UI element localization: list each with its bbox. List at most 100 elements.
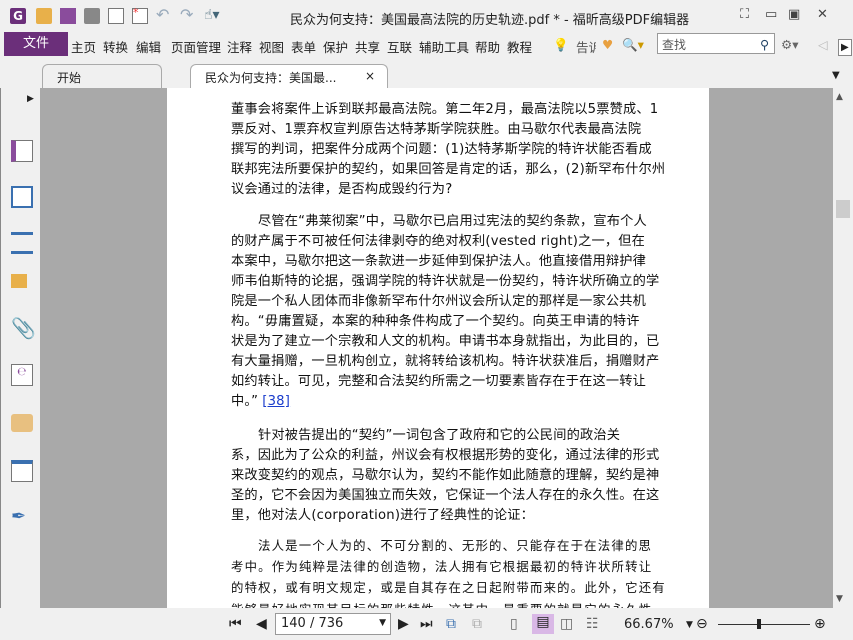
close-button[interactable]: ✕ [817,7,828,22]
single-page-icon[interactable]: ▯ [510,616,518,632]
search-input[interactable]: 查找 [657,33,775,54]
minimize-button[interactable]: ▭ [765,7,777,22]
menu-accessibility[interactable]: 辅助工具 [419,37,469,56]
bookmark-icon[interactable] [11,140,33,162]
undo-icon[interactable]: ↶ [156,7,172,24]
text-line: 联邦宪法所要保护的契约，如果回答是肯定的话，那么，(2)新罕布什尔州 [231,158,665,177]
menu-home[interactable]: 主页 [71,37,96,56]
menu-page-management[interactable]: 页面管理 [171,37,221,56]
zoom-slider-thumb[interactable] [757,619,761,629]
scroll-right-icon[interactable]: ▶ [838,39,852,56]
tab-list-icon[interactable]: ▼ [832,70,840,81]
last-page-icon[interactable]: ⏭ [420,616,433,632]
text-line: 能够最好地实现其目标的那些特性。这其中，最重要的就是它的永久性， [231,600,666,608]
save-icon[interactable] [60,8,76,24]
text-line: 的特权，或有明文规定，或是自其存在之日起附带而来的。此外，它还有 [231,578,666,596]
next-page-icon[interactable]: ▶ [398,616,409,632]
zoom-value[interactable]: 66.67% [624,617,674,632]
text-line: 撰写的判词，把案件分成两个问题：(1)达特茅斯学院的特许状能否看成 [231,138,652,157]
file-menu-button[interactable]: 文件 [4,32,68,56]
text-line-content: 来改变契约的观点，马歇尔认为，契约不能作如此随意的理解，契约是神 [231,468,660,483]
text-line: 考中。作为纯粹是法律的创造物，法人拥有它根据最初的特许状所转让 [231,557,652,575]
tab-label: 民众为何支持：美国最... [205,71,337,85]
new-icon[interactable]: * [132,7,148,24]
page-number-input[interactable]: 140 / 736 ▼ [275,613,391,635]
hand-tool-icon[interactable]: ☝▾ [204,8,240,24]
tell-me[interactable]: 告诉 [576,37,596,56]
next-view-icon[interactable]: ⧉ [472,616,482,632]
text-line: 中。” [38] [231,390,290,409]
previous-view-icon[interactable]: ⧉ [446,616,456,632]
search-folder-icon[interactable]: 🔍▾ [622,37,644,53]
search-icon[interactable]: ⚲ [760,37,769,52]
previous-page-icon[interactable]: ◀ [256,616,267,632]
footnote-link[interactable]: [38] [262,394,290,409]
facing-icon[interactable]: ◫ [560,616,573,632]
continuous-page-icon[interactable]: ▤ [532,614,554,634]
menu-share[interactable]: 共享 [355,37,380,56]
vertical-scrollbar[interactable]: ▲ ▼ [833,88,853,608]
tab-document[interactable]: 民众为何支持：美国最... × [190,64,388,88]
pdf-page: 董事会将案件上诉到联邦最高法院。第二年2月，最高法院以5票赞成、1 票反对、1票弃… [167,88,709,608]
text-line: 院是一个私人团体而非像新罕布什尔州议会所认定的那样是一家公共机 [231,290,646,309]
scroll-left-icon[interactable]: ◁ [818,37,828,52]
menu-form[interactable]: 表单 [291,37,316,56]
text-line-content: 票反对、1票弃权宣判原告达特茅斯学院获胜。由马歇尔代表最高法院 [231,122,642,137]
dropdown-icon[interactable]: ▼ [379,618,386,628]
text-line-content: 董事会将案件上诉到联邦最高法院。第二年2月，最高法院以5票赞成、1 [231,102,659,117]
security-icon[interactable] [11,414,33,432]
scroll-up-icon[interactable]: ▲ [836,92,843,102]
zoom-slider[interactable] [718,624,810,625]
attachments-icon[interactable]: 📎 [11,318,36,340]
text-line-content: 的财产属于不可被任何法律剥夺的绝对权利(vested right)之一，但在 [231,234,646,249]
text-line: 系，因此为了公众的利益，州议会有权根据形势的变化，通过法律的形式 [231,444,659,463]
text-line-content: 构。“毋庸置疑，本案的种种条件构成了一个契约。向英王申请的特许 [231,314,640,329]
settings-icon[interactable]: ⚙▾ [781,37,798,52]
document-viewer[interactable]: 董事会将案件上诉到联邦最高法院。第二年2月，最高法院以5票赞成、1 票反对、1票弃… [40,88,833,608]
expand-panel-icon[interactable]: ▶ [27,94,34,104]
page-number: 140 / 736 [281,616,344,631]
zoom-dropdown-icon[interactable]: ▼ [686,620,693,630]
text-line: 议会通过的法律，是否构成毁约行为? [231,178,452,197]
form-fields-icon[interactable] [11,460,33,482]
menu-comment[interactable]: 注释 [227,37,252,56]
comments-icon[interactable] [11,274,27,288]
favorite-icon[interactable]: ♥ [602,37,613,52]
tab-close-icon[interactable]: × [365,69,375,83]
text-line: 如约转让。可见，完整和合法契约所需之一切要素皆存在于在这一转让 [231,370,646,389]
zoom-out-icon[interactable]: ⊖ [696,616,708,632]
certify-icon[interactable]: ✒ [11,506,33,528]
navigation-sidebar: ▶ 📎 ℮ ✒ [0,88,40,608]
print-icon[interactable] [84,8,100,24]
menu-connect[interactable]: 互联 [387,37,412,56]
menu-view[interactable]: 视图 [259,37,284,56]
first-page-icon[interactable]: ⏮ [229,616,242,632]
layers-icon[interactable] [11,232,33,254]
signature-icon[interactable]: ℮ [11,364,33,386]
lightbulb-icon: 💡 [553,37,569,52]
fullscreen-icon[interactable]: ⛶ [740,7,749,22]
properties-icon[interactable] [108,8,124,24]
menu-edit[interactable]: 编辑 [136,37,161,56]
redo-icon[interactable]: ↷ [180,7,196,24]
pages-icon[interactable] [11,186,33,208]
tab-start[interactable]: 开始 [42,64,162,88]
text-line: 的财产属于不可被任何法律剥夺的绝对权利(vested right)之一，但在 [231,230,645,249]
zoom-in-icon[interactable]: ⊕ [814,616,826,632]
text-line-content: 系，因此为了公众的利益，州议会有权根据形势的变化，通过法律的形式 [231,448,660,463]
maximize-button[interactable]: ▣ [788,7,800,22]
continuous-facing-icon[interactable]: ☷ [586,616,599,632]
text-line-content: 状是为了建立一个宗教和人文的机构。申请书本身就指出，为此目的，已 [231,334,660,349]
scrollbar-thumb[interactable] [836,200,850,218]
text-line: 本案中，马歇尔把这一条款进一步延伸到保护法人。他直接借用辩护律 [231,250,646,269]
scroll-down-icon[interactable]: ▼ [836,594,843,604]
text-line-content: 尽管在“弗莱彻案”中，马歇尔已启用过宪法的契约条款，宣布个人 [258,214,647,229]
text-line: 董事会将案件上诉到联邦最高法院。第二年2月，最高法院以5票赞成、1 [231,98,658,117]
menu-help[interactable]: 帮助 [475,37,500,56]
menu-tutorial[interactable]: 教程 [507,37,532,56]
menu-convert[interactable]: 转换 [103,37,128,56]
text-line-content: 中。” [231,394,259,409]
open-icon[interactable] [36,8,52,24]
menu-protect[interactable]: 保护 [323,37,348,56]
text-line: 有大量捐赠，一旦机构创立，就将转给该机构。特许状获准后，捐赠财产 [231,350,659,369]
